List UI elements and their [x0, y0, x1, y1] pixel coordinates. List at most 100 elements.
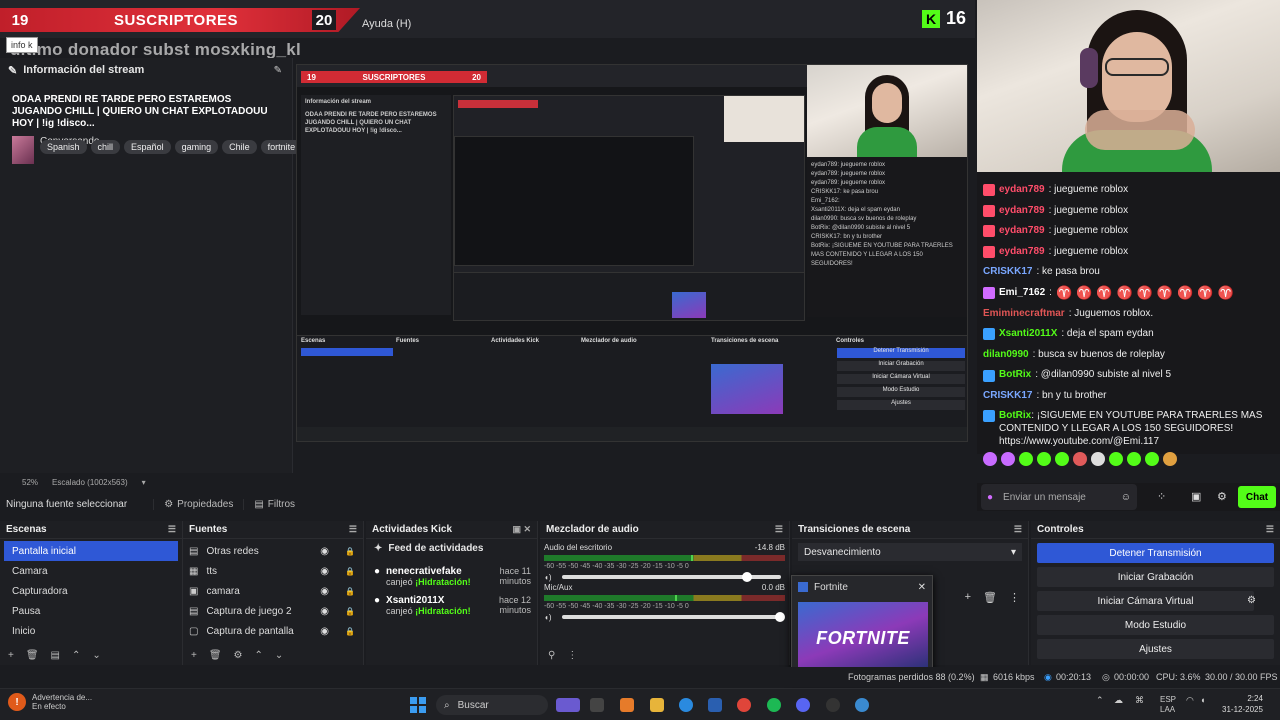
copilot-icon[interactable] — [620, 698, 634, 712]
kick-badge-icon[interactable]: ● — [987, 492, 993, 503]
eye-icon[interactable]: ◉ — [320, 566, 329, 577]
volume-slider[interactable] — [562, 572, 781, 582]
source-item[interactable]: ▦ tts ◉ 🔒 — [183, 561, 363, 581]
chat-send-button[interactable]: Chat — [1238, 486, 1276, 508]
scale-info[interactable]: Escalado (1002x563) — [52, 478, 128, 487]
dock-menu-icon[interactable]: ☰ — [1266, 524, 1274, 535]
stream-tag[interactable]: gaming — [174, 140, 219, 154]
source-item[interactable]: ▣ camara ◉ 🔒 — [183, 581, 363, 601]
chat-username[interactable]: eydan789 — [999, 242, 1045, 263]
taskview-icon[interactable] — [590, 698, 604, 712]
warning-notification[interactable]: ! Advertencia de... En efecto — [8, 693, 92, 711]
scene-item[interactable]: Pausa — [4, 601, 178, 621]
scene-item[interactable]: Camara — [4, 561, 178, 581]
fortnite-preview-popup[interactable]: Fortnite ✕ FORTNITE — [791, 575, 933, 679]
emotes-icon[interactable]: ⁘ — [1157, 490, 1166, 503]
chevron-down-icon[interactable]: ⌄ — [92, 650, 100, 661]
dock-menu-icon[interactable]: ☰ — [349, 524, 357, 535]
dock-menu-icon[interactable]: ☰ — [1014, 524, 1022, 535]
eye-icon[interactable]: ◉ — [320, 606, 329, 617]
source-item[interactable]: ▤ Captura de juego 2 ◉ 🔒 — [183, 601, 363, 621]
gift-icon[interactable]: ▣ — [1191, 490, 1201, 503]
link-icon[interactable]: ⚲ — [548, 650, 555, 661]
lock-icon[interactable]: 🔒 — [345, 627, 355, 636]
properties-button[interactable]: ⚙ Propiedades — [153, 498, 243, 510]
source-item[interactable]: ▤ Otras redes ◉ 🔒 — [183, 541, 363, 561]
gamepad-icon[interactable]: ⌘ — [1135, 695, 1144, 706]
trash-icon[interactable]: 🗑 — [26, 650, 39, 661]
chat-username[interactable]: Emiminecraftmar — [983, 304, 1065, 325]
chrome-icon[interactable] — [737, 698, 751, 712]
chat-input-box[interactable]: ● Enviar un mensaje ☺ — [981, 484, 1137, 510]
taskbar-search[interactable]: ⌕ Buscar — [436, 695, 548, 715]
chat-username[interactable]: eydan789 — [999, 221, 1045, 242]
zoom-level[interactable]: 52% — [22, 478, 38, 487]
speaker-icon[interactable]: ◖ — [1200, 695, 1205, 705]
taskbar-clock[interactable]: 2:24 31-12-2025 — [1222, 693, 1263, 715]
dock-menu-icon[interactable]: ☰ — [168, 524, 176, 535]
scene-item[interactable]: Pantalla inicial — [4, 541, 178, 561]
stream-tag[interactable]: Español — [124, 140, 171, 154]
close-icon[interactable]: ✕ — [918, 582, 926, 593]
chat-username[interactable]: eydan789 — [999, 180, 1045, 201]
stream-tag[interactable]: Chile — [222, 140, 257, 154]
widgets-icon[interactable] — [556, 698, 580, 712]
more-icon[interactable]: ⋮ — [567, 650, 577, 661]
folder-icon[interactable] — [650, 698, 664, 712]
spotify-icon[interactable] — [767, 698, 781, 712]
chat-username[interactable]: BotRix — [999, 365, 1031, 386]
filters-button[interactable]: ▤ Filtros — [243, 498, 305, 510]
program-preview[interactable]: 19 SUSCRIPTORES 20 Información del strea… — [296, 64, 968, 442]
stream-tag[interactable]: Spanish — [40, 140, 87, 154]
add-icon[interactable]: + — [965, 591, 971, 604]
chat-username[interactable]: Emi_7162 — [999, 283, 1045, 304]
trash-icon[interactable]: 🗑 — [209, 650, 222, 661]
chat-input[interactable]: Enviar un mensaje — [1003, 492, 1086, 503]
store-icon[interactable] — [708, 698, 722, 712]
eye-icon[interactable]: ◉ — [320, 626, 329, 637]
onedrive-icon[interactable]: ☁ — [1114, 695, 1123, 706]
obs-icon[interactable] — [826, 698, 840, 712]
edge-icon[interactable] — [679, 698, 693, 712]
eye-icon[interactable]: ◉ — [320, 546, 329, 557]
settings-icon[interactable]: ⚙ — [1217, 490, 1227, 503]
windows-start-icon[interactable] — [410, 697, 426, 713]
chat-username[interactable]: dilan0990 — [983, 345, 1029, 366]
add-icon[interactable]: + — [191, 650, 197, 661]
emoji-icon[interactable]: ☺ — [1121, 492, 1131, 503]
lock-icon[interactable]: 🔒 — [345, 587, 355, 596]
lock-icon[interactable]: 🔒 — [345, 547, 355, 556]
source-item[interactable]: ▢ Captura de pantalla ◉ 🔒 — [183, 621, 363, 641]
chevron-up-icon[interactable]: ⌃ — [72, 650, 80, 661]
stream-tag[interactable]: chill — [90, 140, 121, 154]
start-recording-button[interactable]: Iniciar Grabación — [1037, 567, 1274, 587]
stop-streaming-button[interactable]: Detener Transmisión — [1037, 543, 1274, 563]
scene-item[interactable]: Inicio — [4, 621, 178, 641]
language-indicator[interactable]: ESP LAA — [1160, 695, 1176, 715]
eye-icon[interactable]: ◉ — [320, 586, 329, 597]
transition-select[interactable]: Desvanecimiento ▾ — [798, 543, 1022, 561]
collapse-icon[interactable]: ✎ — [8, 64, 17, 77]
chevron-up-icon[interactable]: ⌃ — [255, 650, 263, 661]
chat-username[interactable]: CRISKK17 — [983, 386, 1032, 407]
speaker-icon[interactable]: ◖) — [544, 613, 552, 622]
fortnite-thumbnail[interactable]: FORTNITE — [798, 602, 928, 674]
volume-slider[interactable] — [562, 612, 785, 622]
gear-icon[interactable]: ⚙ — [1247, 595, 1256, 606]
add-icon[interactable]: + — [8, 650, 14, 661]
trash-icon[interactable]: 🗑 — [983, 591, 997, 604]
app-icon[interactable] — [855, 698, 869, 712]
chevron-down-icon[interactable]: ⌄ — [275, 650, 283, 661]
chat-username[interactable]: CRISKK17 — [983, 262, 1032, 283]
speaker-icon[interactable]: ◖) — [544, 573, 552, 582]
wifi-icon[interactable]: ◠ — [1186, 695, 1194, 706]
menu-help[interactable]: Ayuda (H) — [362, 18, 411, 30]
dock-menu-icon[interactable]: ☰ — [775, 524, 783, 535]
settings-button[interactable]: Ajustes — [1037, 639, 1274, 659]
close-icon[interactable]: ▣ ✕ — [512, 524, 531, 535]
more-icon[interactable]: ⋮ — [1009, 591, 1020, 604]
edit-icon[interactable]: ✎ — [274, 65, 282, 76]
lock-icon[interactable]: 🔒 — [345, 607, 355, 616]
gear-icon[interactable]: ⚙ — [234, 650, 243, 661]
discord-icon[interactable] — [796, 698, 810, 712]
